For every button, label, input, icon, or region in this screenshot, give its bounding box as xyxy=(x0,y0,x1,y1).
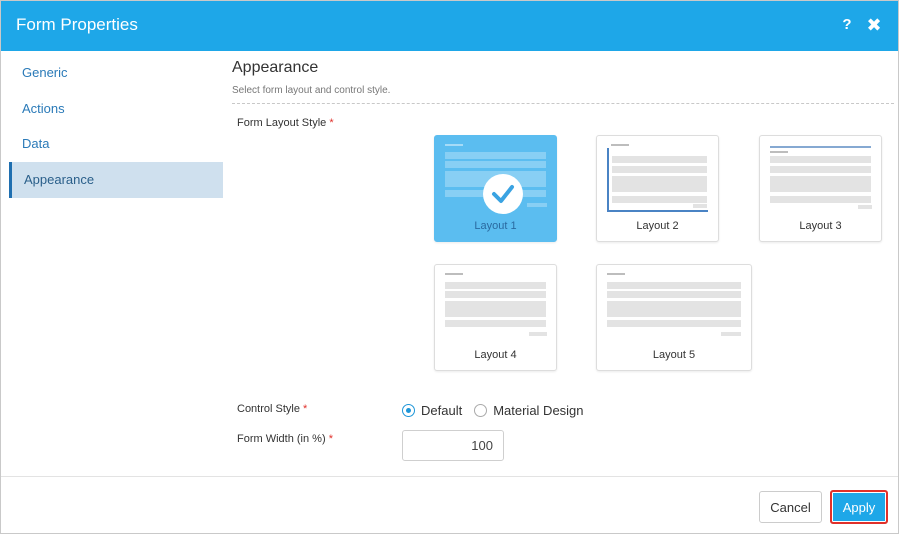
layout-3-label: Layout 3 xyxy=(799,220,842,232)
form-width-text: Form Width (in %) xyxy=(237,433,326,445)
sidebar: Generic Actions Data Appearance xyxy=(1,51,223,476)
layout-4-label: Layout 4 xyxy=(474,349,517,361)
form-layout-style-text: Form Layout Style xyxy=(237,117,327,129)
sidebar-item-generic[interactable]: Generic xyxy=(9,55,223,91)
control-style-text: Control Style xyxy=(237,403,300,415)
section-subtitle: Select form layout and control style. xyxy=(232,85,391,96)
section-divider xyxy=(232,103,894,104)
form-width-input[interactable] xyxy=(402,430,504,461)
radio-default-label[interactable]: Default xyxy=(421,403,462,418)
required-marker: * xyxy=(328,433,333,445)
checkmark-icon xyxy=(483,174,523,214)
form-layout-style-label: Form Layout Style * xyxy=(237,117,334,129)
help-icon[interactable]: ? xyxy=(839,15,855,35)
layout-3-thumbnail xyxy=(770,144,872,214)
layout-1-label: Layout 1 xyxy=(474,220,517,232)
layout-5-thumbnail xyxy=(607,273,741,343)
radio-material-design[interactable] xyxy=(474,403,488,417)
apply-button[interactable]: Apply xyxy=(830,490,888,524)
layout-4-thumbnail xyxy=(445,273,547,343)
dialog-footer: Cancel Apply xyxy=(1,476,898,533)
layout-4-card[interactable]: Layout 4 xyxy=(434,264,557,371)
radio-default[interactable] xyxy=(402,403,415,417)
required-marker: * xyxy=(303,403,308,415)
sidebar-item-actions[interactable]: Actions xyxy=(9,91,223,127)
layout-3-card[interactable]: Layout 3 xyxy=(759,135,882,242)
close-icon[interactable]: ✖ xyxy=(865,15,883,35)
cancel-button[interactable]: Cancel xyxy=(759,491,822,523)
dialog-title: Form Properties xyxy=(16,15,138,34)
form-width-label: Form Width (in %) * xyxy=(237,433,333,445)
sidebar-item-appearance[interactable]: Appearance xyxy=(9,162,223,198)
title-bar: Form Properties ? ✖ xyxy=(1,1,898,51)
layout-2-label: Layout 2 xyxy=(636,220,679,232)
control-style-label: Control Style * xyxy=(237,403,307,415)
section-title: Appearance xyxy=(232,59,319,76)
layout-5-card[interactable]: Layout 5 xyxy=(596,264,752,371)
layout-5-label: Layout 5 xyxy=(652,349,696,361)
sidebar-item-data[interactable]: Data xyxy=(9,126,223,162)
radio-material-design-label[interactable]: Material Design xyxy=(493,403,583,418)
control-style-radio-group: Default Material Design xyxy=(402,401,596,419)
appearance-panel: Appearance Select form layout and contro… xyxy=(223,51,898,476)
layout-2-card[interactable]: Layout 2 xyxy=(596,135,719,242)
required-marker: * xyxy=(329,117,334,129)
layout-2-thumbnail xyxy=(607,144,708,214)
layout-1-card[interactable]: Layout 1 xyxy=(434,135,557,242)
form-properties-dialog: Form Properties ? ✖ Generic Actions Data… xyxy=(0,0,899,534)
